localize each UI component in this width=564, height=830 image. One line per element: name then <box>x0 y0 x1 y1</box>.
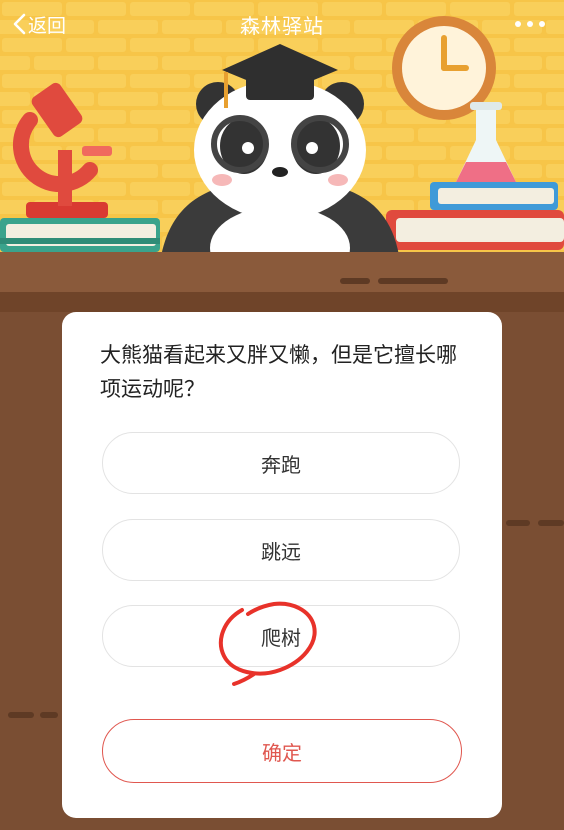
question-text: 大熊猫看起来又胖又懒，但是它擅长哪项运动呢？ <box>100 343 457 401</box>
option-label: 跳远 <box>261 539 301 564</box>
page-title: 森林驿站 <box>240 14 324 38</box>
option-button[interactable]: 爬树 <box>102 605 460 667</box>
desk-groove <box>40 712 58 718</box>
option-button[interactable]: 跳远 <box>102 519 460 581</box>
confirm-label: 确定 <box>262 740 302 765</box>
option-button[interactable]: 奔跑 <box>102 432 460 494</box>
option-label: 爬树 <box>261 625 301 650</box>
desk-groove <box>340 278 370 284</box>
quiz-card: 大熊猫看起来又胖又懒，但是它擅长哪项运动呢？ 奔跑 跳远 爬树 确定 <box>62 312 502 818</box>
desk-groove <box>378 278 448 284</box>
desk-groove <box>506 520 530 526</box>
option-label: 奔跑 <box>261 452 301 477</box>
more-dots-icon[interactable] <box>512 12 548 36</box>
top-nav-bar: 返回 森林驿站 <box>0 0 564 48</box>
desk-top <box>0 252 564 294</box>
header-illustration: 返回 森林驿站 <box>0 0 564 262</box>
books-left-icon <box>0 218 160 252</box>
desk-edge <box>0 292 564 312</box>
desk-groove <box>538 520 564 526</box>
desk-groove <box>8 712 34 718</box>
confirm-button[interactable]: 确定 <box>102 719 462 783</box>
